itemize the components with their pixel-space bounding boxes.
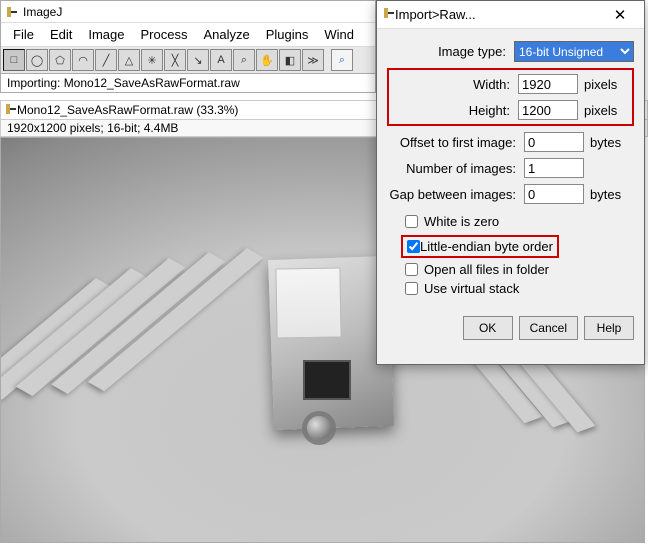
tool-oval[interactable]: ◯ bbox=[26, 49, 48, 71]
tool-text[interactable]: A bbox=[210, 49, 232, 71]
row-white-is-zero: White is zero bbox=[405, 214, 634, 229]
tool-wand[interactable]: ↘ bbox=[187, 49, 209, 71]
document-title: Mono12_SaveAsRawFormat.raw (33.3%) bbox=[17, 103, 238, 117]
tool-hand[interactable]: ✋ bbox=[256, 49, 278, 71]
image-type-select[interactable]: 16-bit Unsigned bbox=[514, 41, 634, 62]
gap-unit: bytes bbox=[590, 187, 634, 202]
imagej-icon bbox=[5, 5, 19, 19]
width-input[interactable] bbox=[518, 74, 578, 94]
row-open-all: Open all files in folder bbox=[405, 262, 634, 277]
row-number: Number of images: bbox=[387, 158, 634, 178]
help-button[interactable]: Help bbox=[584, 316, 634, 340]
width-unit: pixels bbox=[584, 77, 628, 92]
menu-analyze[interactable]: Analyze bbox=[197, 25, 255, 44]
dialog-button-row: OK Cancel Help bbox=[377, 312, 644, 348]
open-all-checkbox[interactable] bbox=[405, 263, 418, 276]
menu-file[interactable]: File bbox=[7, 25, 40, 44]
number-label: Number of images: bbox=[387, 161, 524, 176]
height-unit: pixels bbox=[584, 103, 628, 118]
dialog-title: Import>Raw... bbox=[395, 7, 602, 22]
row-image-type: Image type: 16-bit Unsigned bbox=[387, 41, 634, 62]
close-icon[interactable]: ✕ bbox=[602, 4, 638, 26]
tool-angle[interactable]: ✳ bbox=[141, 49, 163, 71]
status-line: Importing: Mono12_SaveAsRawFormat.raw bbox=[1, 74, 375, 92]
dialog-title-bar: Import>Raw... ✕ bbox=[377, 1, 644, 29]
open-all-label: Open all files in folder bbox=[424, 262, 549, 277]
imagej-icon bbox=[383, 7, 395, 22]
tool-search[interactable]: ⌕ bbox=[331, 49, 353, 71]
menu-plugins[interactable]: Plugins bbox=[260, 25, 315, 44]
menu-image[interactable]: Image bbox=[82, 25, 130, 44]
little-endian-checkbox[interactable] bbox=[407, 240, 420, 253]
gap-label: Gap between images: bbox=[387, 187, 524, 202]
menu-process[interactable]: Process bbox=[135, 25, 194, 44]
offset-unit: bytes bbox=[590, 135, 634, 150]
height-label: Height: bbox=[393, 103, 518, 118]
dialog-body: Image type: 16-bit Unsigned Width: pixel… bbox=[377, 29, 644, 312]
menu-bar: File Edit Image Process Analyze Plugins … bbox=[1, 23, 375, 47]
height-input[interactable] bbox=[518, 100, 578, 120]
checkbox-group: White is zero Little-endian byte order O… bbox=[405, 214, 634, 296]
row-width: Width: pixels bbox=[393, 74, 628, 94]
row-offset: Offset to first image: bytes bbox=[387, 132, 634, 152]
width-label: Width: bbox=[393, 77, 518, 92]
row-height: Height: pixels bbox=[393, 100, 628, 120]
tool-point[interactable]: ╳ bbox=[164, 49, 186, 71]
white-is-zero-checkbox[interactable] bbox=[405, 215, 418, 228]
size-highlight-box: Width: pixels Height: pixels bbox=[387, 68, 634, 126]
offset-input[interactable] bbox=[524, 132, 584, 152]
tool-zoom[interactable]: ⌕ bbox=[233, 49, 255, 71]
image-content bbox=[307, 416, 331, 440]
gap-input[interactable] bbox=[524, 184, 584, 204]
tool-dropper[interactable]: ◧ bbox=[279, 49, 301, 71]
image-type-label: Image type: bbox=[387, 44, 514, 59]
imagej-icon bbox=[5, 103, 17, 118]
tool-line[interactable]: ╱ bbox=[95, 49, 117, 71]
virtual-stack-checkbox[interactable] bbox=[405, 282, 418, 295]
virtual-stack-label: Use virtual stack bbox=[424, 281, 519, 296]
import-raw-dialog: Import>Raw... ✕ Image type: 16-bit Unsig… bbox=[376, 0, 645, 365]
main-title-bar: ImageJ bbox=[1, 1, 375, 23]
imagej-main-window: ImageJ File Edit Image Process Analyze P… bbox=[0, 0, 376, 93]
little-endian-highlight-box: Little-endian byte order bbox=[401, 235, 559, 258]
tool-freehand[interactable]: ◠ bbox=[72, 49, 94, 71]
toolbar: □ ◯ ⬠ ◠ ╱ △ ✳ ╳ ↘ A ⌕ ✋ ◧ ≫ ⌕ bbox=[1, 47, 375, 74]
ok-button[interactable]: OK bbox=[463, 316, 513, 340]
menu-window[interactable]: Wind bbox=[318, 25, 360, 44]
tool-segment[interactable]: △ bbox=[118, 49, 140, 71]
menu-edit[interactable]: Edit bbox=[44, 25, 78, 44]
white-is-zero-label: White is zero bbox=[424, 214, 499, 229]
offset-label: Offset to first image: bbox=[387, 135, 524, 150]
little-endian-label: Little-endian byte order bbox=[420, 239, 553, 254]
image-content bbox=[303, 360, 351, 400]
number-input[interactable] bbox=[524, 158, 584, 178]
tool-polygon[interactable]: ⬠ bbox=[49, 49, 71, 71]
main-title: ImageJ bbox=[23, 5, 62, 19]
image-content bbox=[275, 267, 341, 338]
tool-rectangle[interactable]: □ bbox=[3, 49, 25, 71]
cancel-button[interactable]: Cancel bbox=[519, 316, 578, 340]
tool-dev[interactable]: ≫ bbox=[302, 49, 324, 71]
row-virtual-stack: Use virtual stack bbox=[405, 281, 634, 296]
row-gap: Gap between images: bytes bbox=[387, 184, 634, 204]
